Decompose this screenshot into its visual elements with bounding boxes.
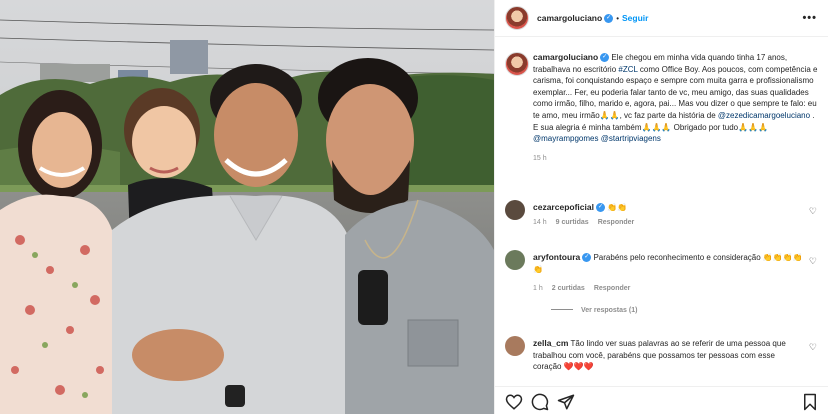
instagram-post: camargoluciano ✓ • Seguir ••• camargolucian… — [0, 0, 828, 414]
author-line: camargoluciano ✓ • Seguir — [537, 13, 648, 24]
comment-time[interactable]: 1 h — [533, 285, 543, 292]
comment-body: cezarcepoficial ✓ 👏👏 14 h 9 curtidas Respon… — [533, 202, 803, 228]
caption-author-avatar[interactable] — [505, 52, 529, 76]
reply-button[interactable]: Responder — [594, 285, 631, 292]
author-avatar[interactable] — [505, 6, 529, 30]
commenter-avatar[interactable] — [505, 200, 525, 220]
reply-button[interactable]: Responder — [598, 219, 635, 226]
caption-username[interactable]: camargoluciano — [533, 52, 598, 62]
commenter-username[interactable]: cezarcepoficial — [533, 202, 594, 212]
post-photo[interactable] — [0, 0, 494, 414]
author-username[interactable]: camargoluciano — [537, 13, 602, 23]
comment-text: Tão lindo ver suas palavras ao se referi… — [533, 339, 786, 372]
comment-like-heart-icon[interactable]: ♡ — [809, 206, 817, 217]
more-options-icon[interactable]: ••• — [802, 12, 817, 24]
mention-link[interactable]: @mayrampgomes — [533, 134, 598, 143]
caption-text: camargoluciano ✓ Ele chegou em minha vida… — [533, 52, 821, 164]
comment-likes[interactable]: 9 curtidas — [556, 219, 589, 226]
hashtag-link[interactable]: #ZCL — [618, 65, 637, 74]
share-icon[interactable] — [557, 393, 575, 411]
verified-badge-icon: ✓ — [600, 53, 610, 63]
comment-meta: 14 h 9 curtidas Responder — [533, 217, 803, 229]
commenter-username[interactable]: aryfontoura — [533, 252, 580, 262]
verified-badge-icon: ✓ — [604, 14, 614, 24]
verified-badge-icon: ✓ — [582, 253, 592, 263]
mention-link[interactable]: @startripviagens — [601, 134, 661, 143]
comment-likes[interactable]: 2 curtidas — [552, 285, 585, 292]
comment-body: aryfontoura ✓ Parabéns pelo reconheciment… — [533, 252, 803, 316]
comment-icon[interactable] — [531, 393, 549, 411]
comment-time[interactable]: 14 h — [533, 219, 547, 226]
comment-meta: 1 h 2 curtidas Responder — [533, 283, 803, 295]
commenter-avatar[interactable] — [505, 250, 525, 270]
separator-dot: • — [616, 14, 619, 23]
caption-timestamp[interactable]: 15 h — [533, 153, 821, 165]
commenter-avatar[interactable] — [505, 336, 525, 356]
mention-link[interactable]: @zezedicamargoeluciano — [718, 111, 810, 120]
group-photo-illustration — [0, 0, 494, 414]
bookmark-icon[interactable] — [801, 393, 819, 411]
post-header: camargoluciano ✓ • Seguir ••• — [495, 0, 828, 37]
comment-body: zella_cm Tão lindo ver suas palavras ao … — [533, 338, 803, 373]
follow-button[interactable]: Seguir — [622, 13, 648, 23]
commenter-username[interactable]: zella_cm — [533, 338, 568, 348]
heart-icon[interactable] — [505, 393, 523, 411]
comment-like-heart-icon[interactable]: ♡ — [809, 256, 817, 267]
view-replies-button[interactable]: Ver respostas (1) — [551, 305, 803, 317]
verified-badge-icon: ✓ — [595, 203, 605, 213]
comment-text: 👏👏 — [607, 203, 628, 212]
post-side-panel: camargoluciano ✓ • Seguir ••• camargolucian… — [494, 0, 828, 414]
comment-like-heart-icon[interactable]: ♡ — [809, 342, 817, 353]
post-action-bar — [495, 386, 828, 414]
